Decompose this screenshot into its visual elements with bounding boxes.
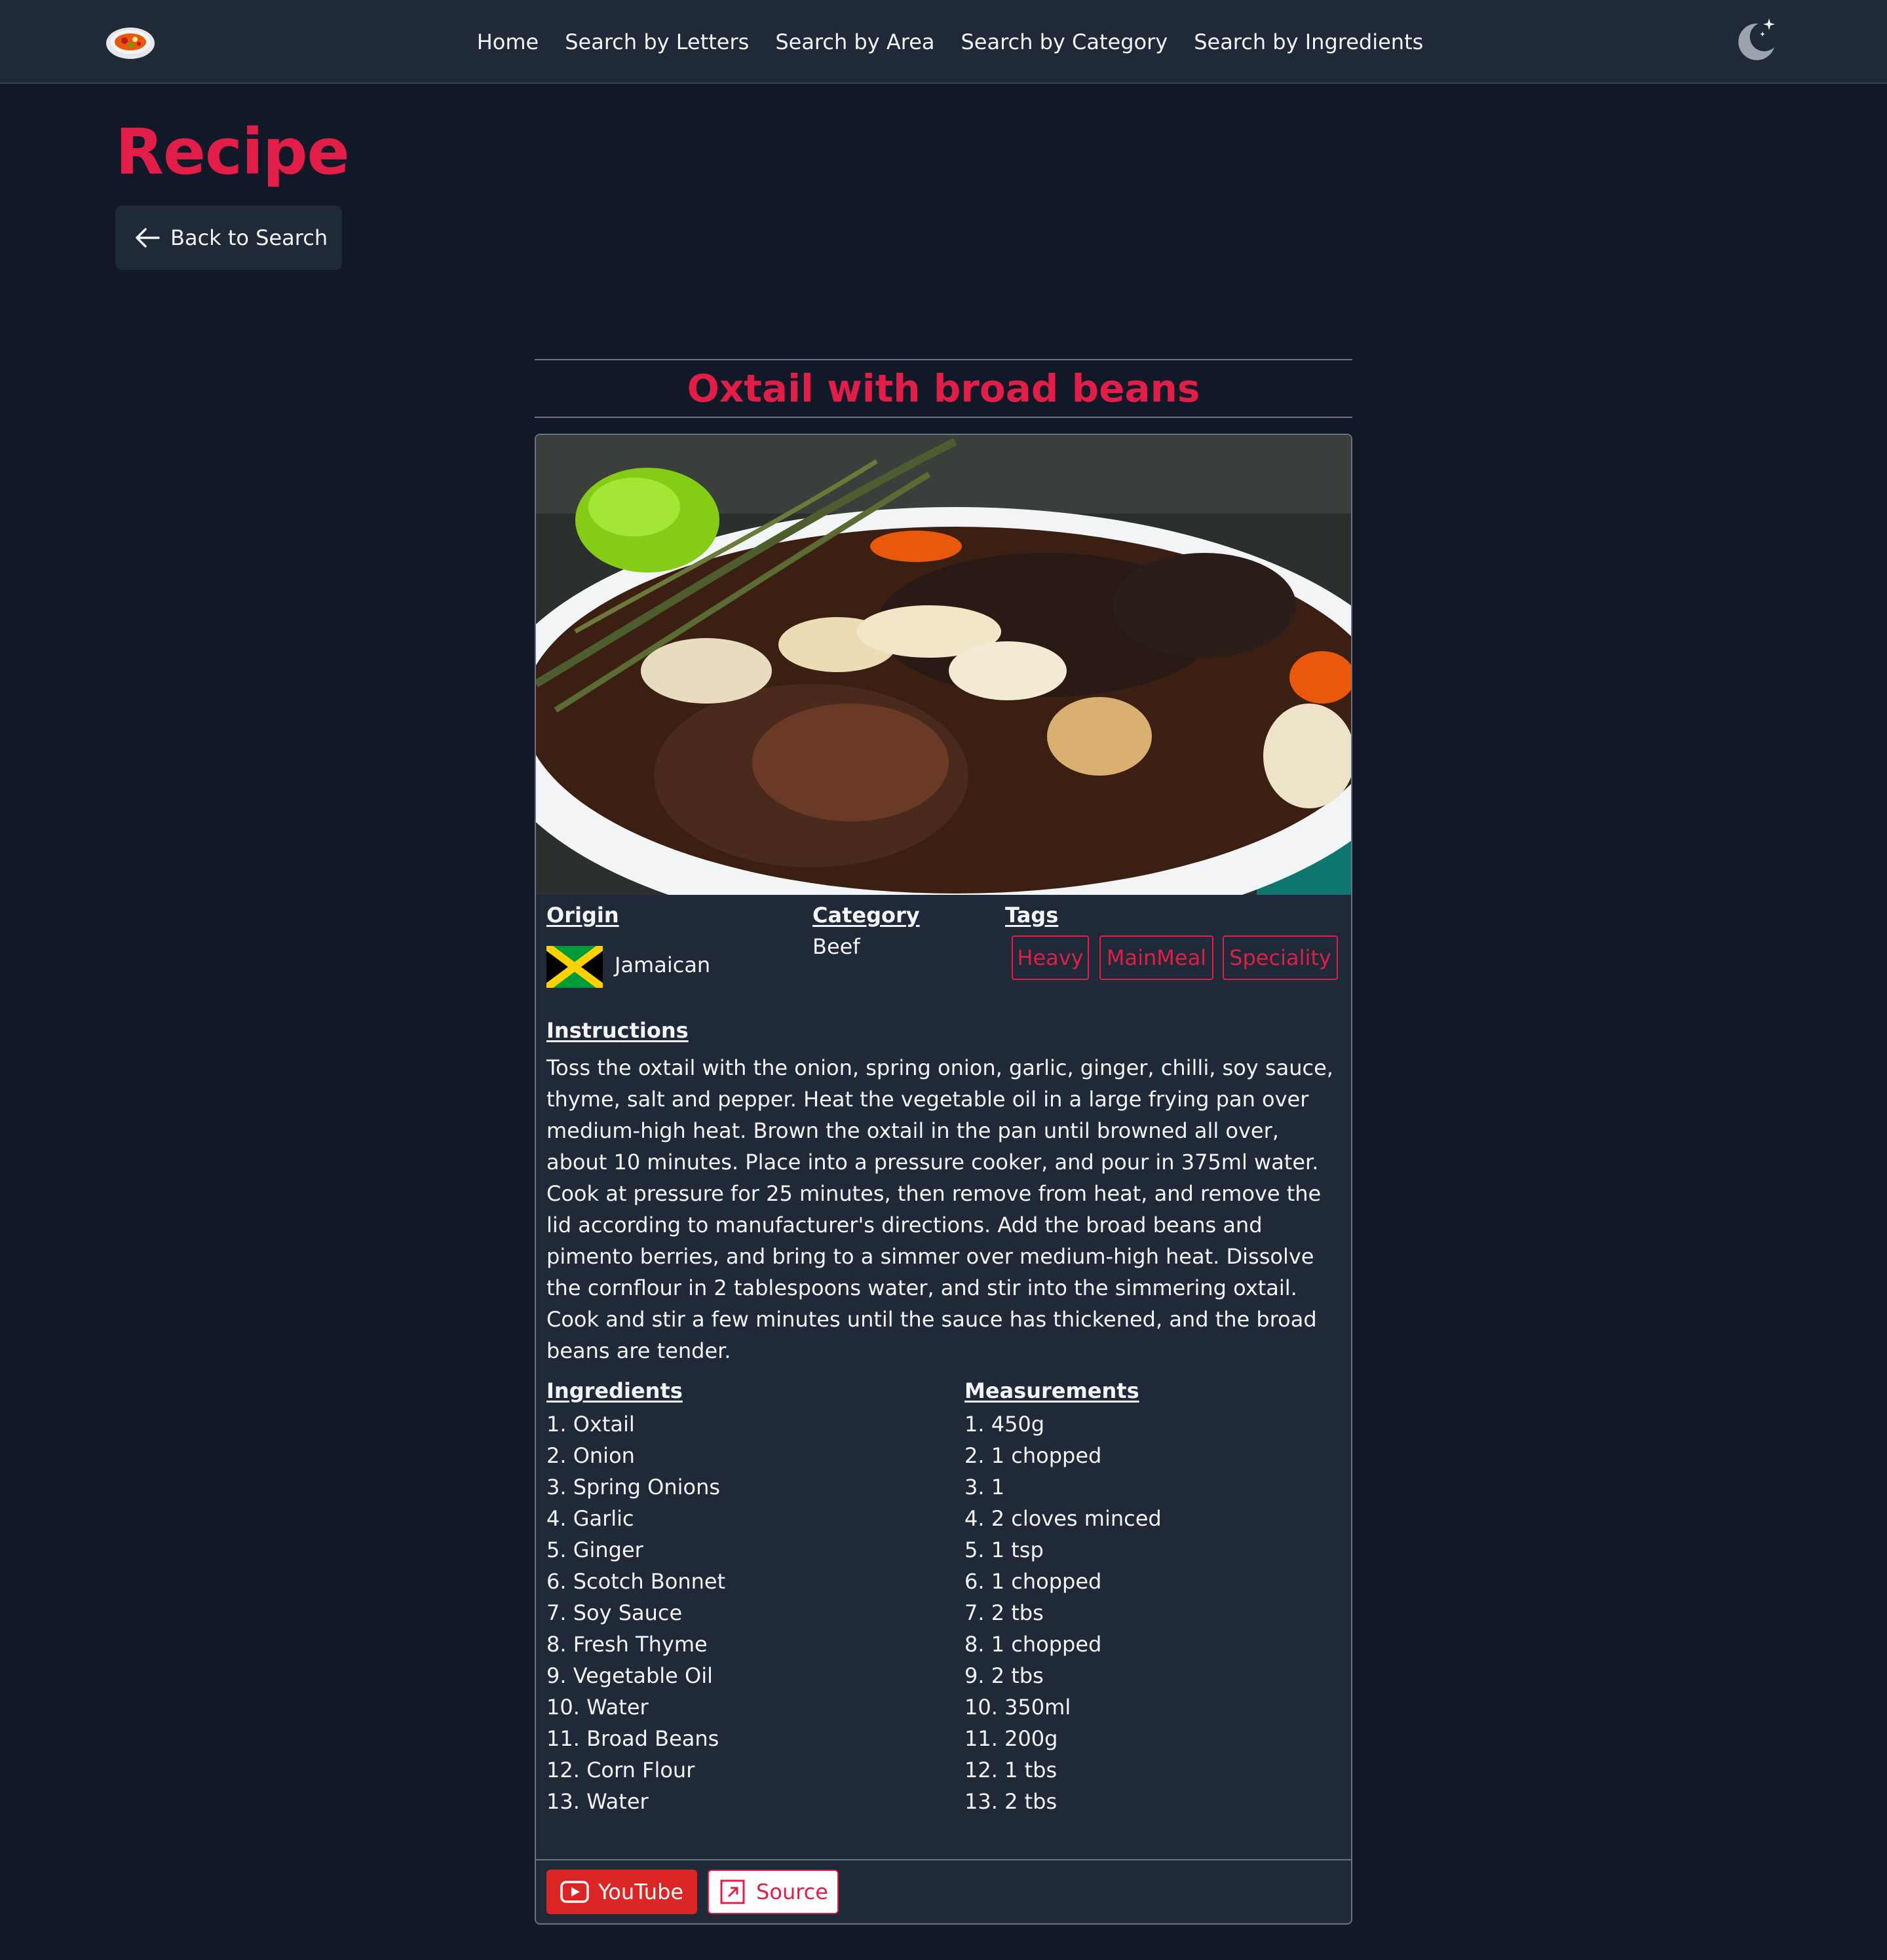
measurement-item: 3. 1 — [964, 1475, 1005, 1499]
tag-speciality[interactable]: Speciality — [1223, 935, 1338, 980]
category-label: Category — [812, 903, 920, 928]
nav-home[interactable]: Home — [477, 29, 539, 54]
measurement-item: 1. 450g — [964, 1412, 1045, 1437]
youtube-icon — [560, 1881, 589, 1903]
measurements-label: Measurements — [964, 1378, 1139, 1403]
measurement-item: 12. 1 tbs — [964, 1758, 1058, 1782]
nav-search-category[interactable]: Search by Category — [961, 29, 1168, 54]
back-button-label: Back to Search — [170, 225, 328, 250]
ingredient-item: 1. Oxtail — [546, 1412, 635, 1437]
instructions-label: Instructions — [546, 1018, 689, 1043]
ingredient-item: 10. Water — [546, 1695, 649, 1720]
measurement-item: 9. 2 tbs — [964, 1663, 1044, 1688]
ingredient-item: 13. Water — [546, 1789, 649, 1814]
measurement-item: 2. 1 chopped — [964, 1443, 1102, 1468]
recipe-card: Origin Jamaican Category Beef Tags Heavy… — [535, 434, 1352, 1925]
recipe-title-bar: Oxtail with broad beans — [535, 359, 1352, 418]
moon-sparkle-icon[interactable] — [1730, 17, 1780, 67]
source-button[interactable]: Source — [708, 1870, 839, 1914]
source-label: Source — [756, 1879, 828, 1904]
ingredient-item: 2. Onion — [546, 1443, 635, 1468]
measurement-item: 7. 2 tbs — [964, 1600, 1044, 1625]
main-nav: Home Search by Letters Search by Area Se… — [0, 0, 1887, 84]
measurement-item: 8. 1 chopped — [964, 1632, 1102, 1657]
ingredients-label: Ingredients — [546, 1378, 683, 1403]
measurement-item: 13. 2 tbs — [964, 1789, 1058, 1814]
tag-heavy[interactable]: Heavy — [1012, 935, 1089, 980]
youtube-button[interactable]: YouTube — [546, 1870, 697, 1914]
nav-search-letters[interactable]: Search by Letters — [565, 29, 749, 54]
ingredient-item: 8. Fresh Thyme — [546, 1632, 708, 1657]
nav-search-ingredients[interactable]: Search by Ingredients — [1194, 29, 1423, 54]
jamaica-flag-icon — [546, 946, 603, 988]
dish-image — [536, 435, 1351, 895]
measurement-item: 10. 350ml — [964, 1695, 1071, 1720]
measurement-item: 4. 2 cloves minced — [964, 1506, 1162, 1531]
youtube-label: YouTube — [598, 1879, 684, 1904]
measurement-item: 5. 1 tsp — [964, 1537, 1044, 1562]
ingredient-item: 12. Corn Flour — [546, 1758, 695, 1782]
ingredient-item: 4. Garlic — [546, 1506, 634, 1531]
category-value: Beef — [812, 934, 860, 959]
page-title: Recipe — [115, 115, 350, 189]
ingredients-list: 1. Oxtail 2. Onion 3. Spring Onions 4. G… — [546, 1408, 725, 1817]
ingredient-item: 5. Ginger — [546, 1537, 643, 1562]
ingredient-item: 9. Vegetable Oil — [546, 1663, 713, 1688]
ingredient-item: 6. Scotch Bonnet — [546, 1569, 726, 1594]
recipe-name: Oxtail with broad beans — [687, 366, 1200, 411]
navbar: Home Search by Letters Search by Area Se… — [0, 0, 1887, 84]
arrow-left-icon — [136, 228, 160, 248]
tag-mainmeal[interactable]: MainMeal — [1099, 935, 1213, 980]
measurements-list: 1. 450g 2. 1 chopped 3. 1 4. 2 cloves mi… — [964, 1408, 1162, 1817]
card-footer-divider — [536, 1859, 1351, 1860]
ingredient-item: 3. Spring Onions — [546, 1475, 721, 1499]
nav-search-area[interactable]: Search by Area — [775, 29, 934, 54]
instructions-text: Toss the oxtail with the onion, spring o… — [546, 1055, 1333, 1363]
back-to-search-button[interactable]: Back to Search — [115, 206, 342, 270]
origin-value: Jamaican — [615, 952, 711, 977]
origin-label: Origin — [546, 903, 619, 928]
external-link-icon — [720, 1879, 745, 1904]
measurement-item: 11. 200g — [964, 1726, 1058, 1751]
ingredient-item: 11. Broad Beans — [546, 1726, 719, 1751]
tags-label: Tags — [1005, 903, 1059, 928]
ingredient-item: 7. Soy Sauce — [546, 1600, 683, 1625]
measurement-item: 6. 1 chopped — [964, 1569, 1102, 1594]
